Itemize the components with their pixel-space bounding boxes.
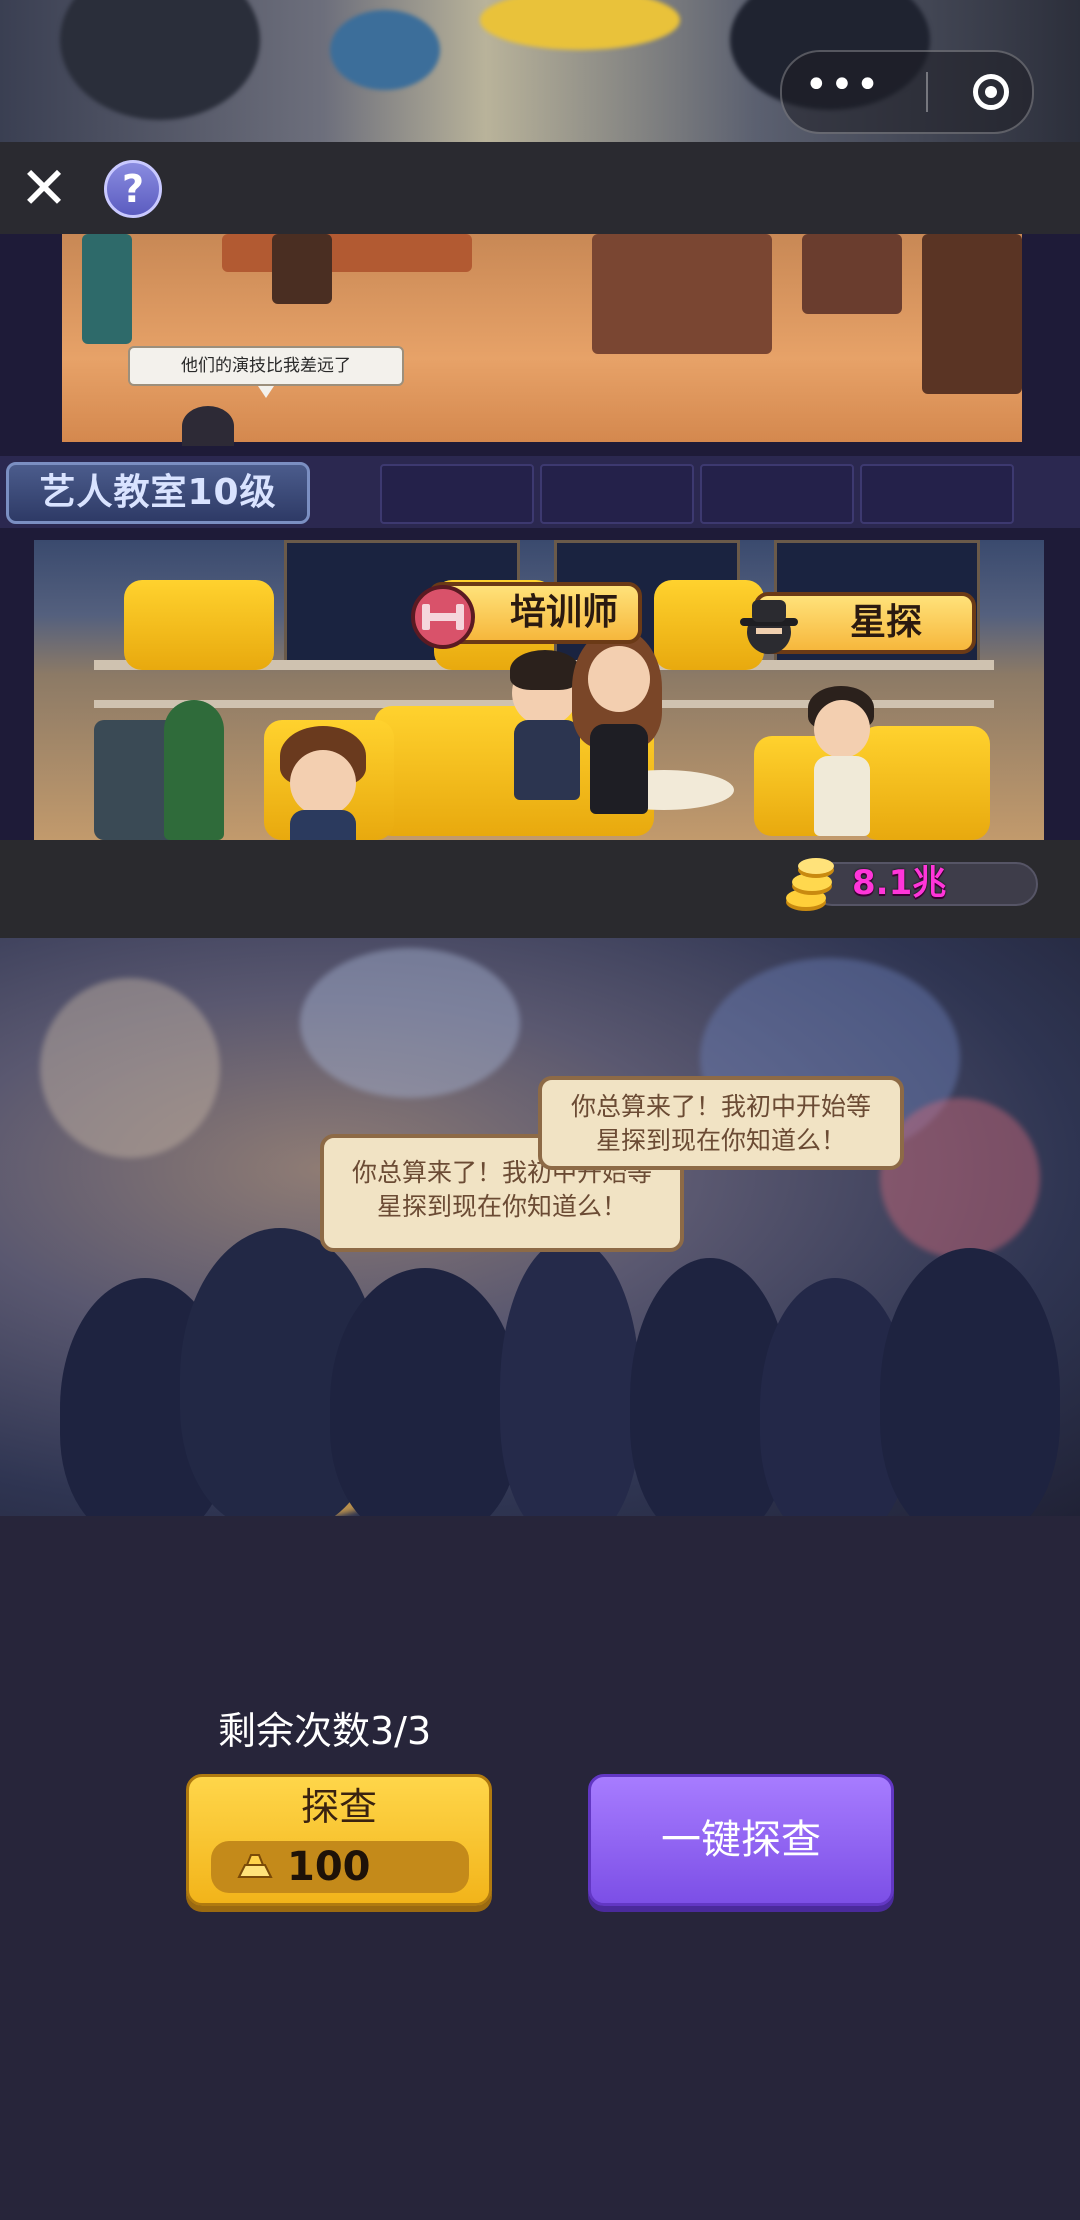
character-scout[interactable] (806, 686, 886, 840)
capsule-divider (926, 72, 929, 112)
coin-amount: 8.1兆 (852, 863, 947, 903)
scout-tag[interactable]: 星探 (740, 592, 976, 654)
mini-program-capsule: ••• (780, 50, 1034, 134)
crowd-speech-bubble-back: 你总算来了！我初中开始等星探到现在你知道么！ (538, 1076, 904, 1170)
character-girl[interactable] (572, 628, 672, 838)
close-x-icon[interactable]: ✕ (16, 159, 72, 217)
trainer-tag[interactable]: 培训师 (411, 582, 642, 649)
remaining-attempts: 剩余次数3/3 (218, 1709, 432, 1753)
more-dots-icon[interactable]: ••• (805, 65, 882, 105)
target-circle-icon[interactable] (973, 74, 1010, 110)
gold-coin-stack-icon (786, 858, 834, 911)
character-boy[interactable] (280, 726, 370, 840)
trainer-tag-label: 培训师 (510, 592, 619, 633)
gold-ingot-icon (237, 1854, 273, 1878)
probe-cost-box: 100 (211, 1841, 469, 1893)
dumbbell-icon (411, 585, 475, 649)
coin-bar: 8.1兆 (0, 840, 1080, 938)
character-speech-bubble: 他们的演技比我差远了 (128, 346, 404, 398)
fedora-spy-icon (740, 600, 798, 654)
room-level-label[interactable]: 艺人教室10级 (6, 462, 310, 524)
building-scene: 他们的演技比我差远了 艺人教室10级 培训师 星探 (0, 234, 1080, 840)
probe-cost-value: 100 (287, 1844, 371, 1890)
game-view-top-strip: ••• (0, 0, 1080, 142)
top-toolbar: ✕ (0, 142, 1080, 234)
scout-tag-label: 星探 (850, 602, 923, 643)
upper-room: 他们的演技比我差远了 (62, 234, 1022, 446)
probe-button-label: 探查 (300, 1785, 377, 1829)
scout-event-scene: 你总算来了！我初中开始等星探到现在你知道么！ 你总算来了！我初中开始等星探到现在… (0, 938, 1080, 1516)
help-button[interactable]: ? (104, 160, 162, 218)
one-click-probe-button[interactable]: 一键探查 (588, 1774, 894, 1906)
probe-button[interactable]: 探查 100 (186, 1774, 492, 1906)
